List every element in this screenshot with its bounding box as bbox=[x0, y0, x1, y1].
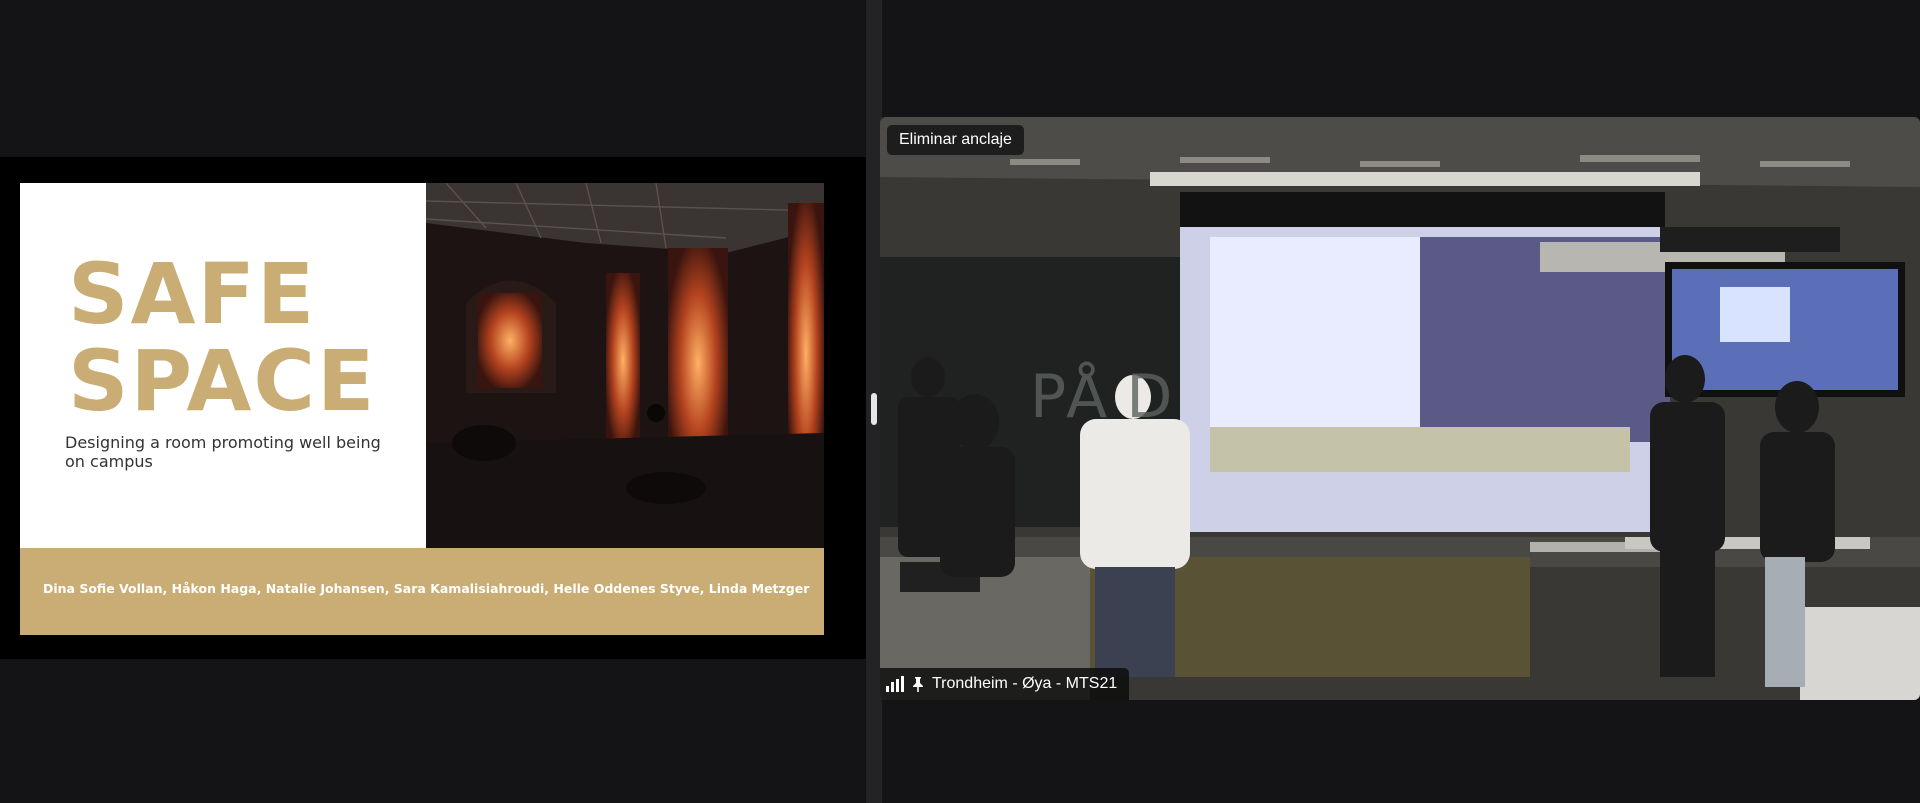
slide-subtitle: Designing a room promoting well being on… bbox=[65, 433, 381, 471]
slide-title-line-2: SPACE bbox=[68, 332, 377, 430]
slide-title-line-1: SAFE bbox=[68, 245, 317, 343]
signal-strength-icon bbox=[886, 676, 904, 692]
classroom-camera-image: PÅ D bbox=[880, 117, 1920, 700]
slide-title-area: SAFE SPACE Designing a room promoting we… bbox=[20, 183, 426, 548]
participant-room-name: Trondheim - Øya - MTS21 bbox=[932, 675, 1118, 692]
slide-authors-band: Dina Sofie Vollan, Håkon Haga, Natalie J… bbox=[20, 548, 824, 635]
slide-authors: Dina Sofie Vollan, Håkon Haga, Natalie J… bbox=[43, 581, 810, 596]
participant-name-bar: Trondheim - Øya - MTS21 bbox=[880, 668, 1130, 700]
unpin-button[interactable]: Eliminar anclaje bbox=[887, 125, 1024, 155]
pin-icon bbox=[912, 676, 924, 692]
svg-text:PÅ D: PÅ D bbox=[1030, 361, 1173, 432]
slide-title: SAFE SPACE bbox=[68, 251, 376, 425]
participant-video-tile[interactable]: PÅ D Eliminar anclaje Trondheim - Øya - … bbox=[880, 117, 1920, 700]
presentation-slide: SAFE SPACE Designing a room promoting we… bbox=[20, 183, 824, 635]
slide-room-photo bbox=[425, 183, 824, 548]
resize-handle[interactable] bbox=[871, 393, 877, 425]
